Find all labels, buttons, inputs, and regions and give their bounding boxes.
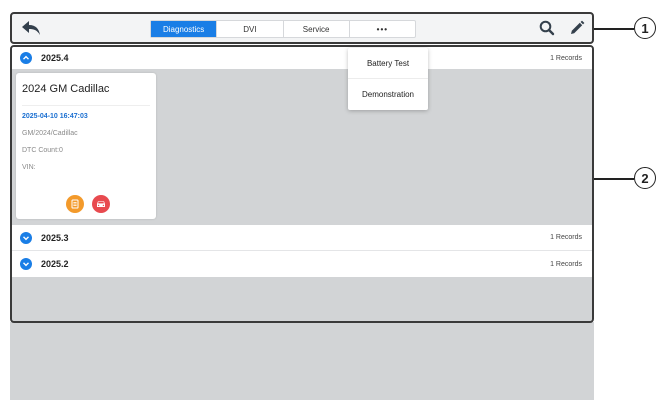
chevron-down-icon <box>20 258 32 270</box>
tab-service[interactable]: Service <box>284 21 350 37</box>
back-arrow-icon[interactable] <box>20 19 42 37</box>
callout-leader-line <box>594 178 634 180</box>
search-icon[interactable] <box>538 19 556 37</box>
group-label: 2025.4 <box>41 53 69 63</box>
menu-item-demonstration[interactable]: Demonstration <box>348 79 428 110</box>
group-label: 2025.2 <box>41 259 69 269</box>
group-header-2025-4[interactable]: 2025.4 1 Records <box>12 47 592 69</box>
edit-pencil-icon[interactable] <box>568 19 586 37</box>
record-count: 1 Records <box>550 234 582 241</box>
card-date: 2025-04-10 16:47:03 <box>22 113 88 120</box>
card-dtc-count: DTC Count:0 <box>22 147 63 154</box>
device-background <box>10 322 594 400</box>
more-dropdown-menu: Battery Test Demonstration <box>348 48 428 110</box>
divider <box>22 105 150 106</box>
group-label: 2025.3 <box>41 232 69 243</box>
card-vehicle-path: GM/2024/Cadillac <box>22 130 78 137</box>
callout-1: 1 <box>634 17 656 39</box>
card-vin: VIN: <box>22 164 36 171</box>
tab-more[interactable]: ••• <box>350 21 415 37</box>
chevron-down-icon <box>20 231 32 244</box>
toolbar: Diagnostics DVI Service ••• <box>10 12 594 44</box>
records-panel: 2025.4 1 Records 2024 GM Cadillac 2025-0… <box>10 45 594 323</box>
tab-dvi[interactable]: DVI <box>217 21 284 37</box>
record-card[interactable]: 2024 GM Cadillac 2025-04-10 16:47:03 GM/… <box>16 73 156 219</box>
record-count: 1 Records <box>550 54 582 62</box>
callout-2: 2 <box>634 167 656 189</box>
screen: Diagnostics DVI Service ••• 2025.4 1 Rec… <box>0 0 660 400</box>
group-header-2025-3[interactable]: 2025.3 1 Records <box>12 225 592 251</box>
group-header-2025-2[interactable]: 2025.2 1 Records <box>12 251 592 277</box>
record-count: 1 Records <box>550 260 582 268</box>
callout-leader-line <box>594 28 634 30</box>
car-icon[interactable] <box>92 195 110 213</box>
tab-bar: Diagnostics DVI Service ••• <box>150 20 416 38</box>
chevron-up-icon <box>20 52 32 64</box>
report-icon[interactable] <box>66 195 84 213</box>
card-title: 2024 GM Cadillac <box>22 83 110 95</box>
menu-item-battery-test[interactable]: Battery Test <box>348 48 428 79</box>
tab-diagnostics[interactable]: Diagnostics <box>151 21 218 37</box>
